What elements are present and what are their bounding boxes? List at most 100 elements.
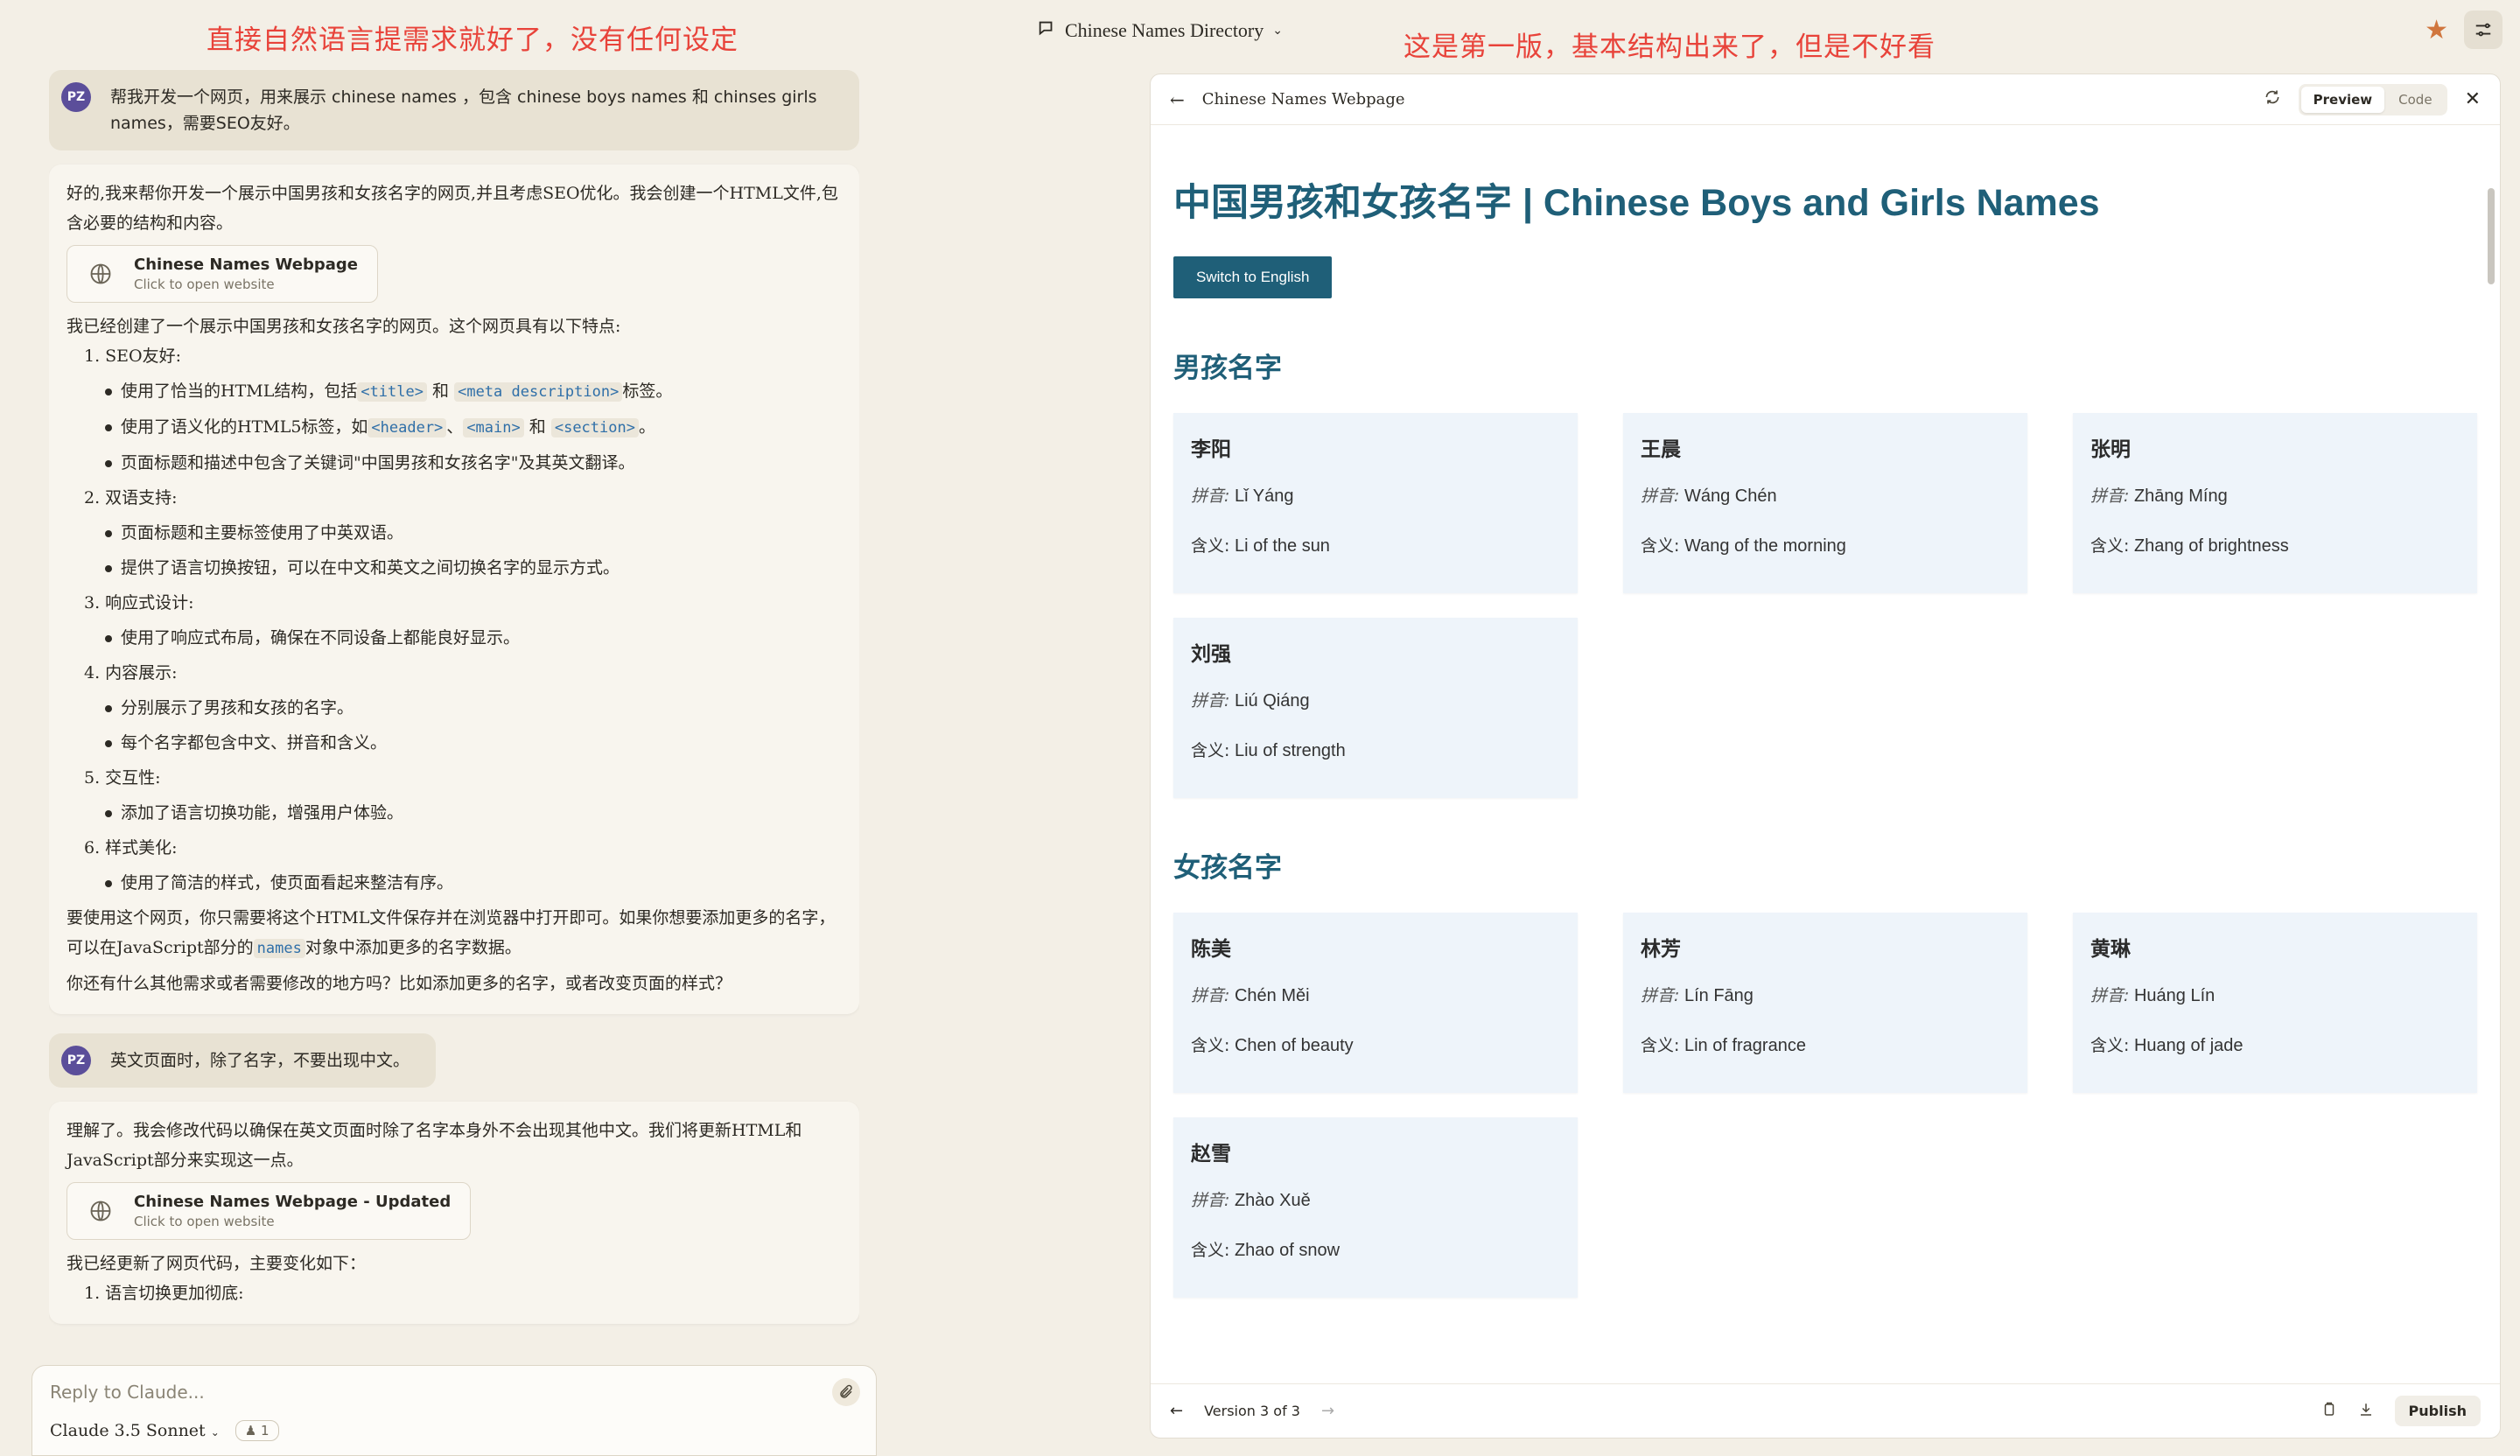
meaning: Zhao of snow <box>1234 1241 1340 1260</box>
name-card: 赵雪 拼音: Zhào Xuě 含义: Zhao of snow <box>1173 1117 1578 1298</box>
list-heading: 3. 响应式设计: <box>84 593 194 612</box>
list-heading: 2. 双语支持: <box>84 488 178 508</box>
name-card: 陈美 拼音: Chén Měi 含义: Chen of beauty <box>1173 913 1578 1093</box>
annotation-left: 直接自然语言提需求就好了，没有任何设定 <box>206 24 738 56</box>
name-chinese: 陈美 <box>1191 938 1231 961</box>
assistant-message: 理解了。我会修改代码以确保在英文页面时除了名字本身外不会出现其他中文。我们将更新… <box>49 1102 859 1324</box>
girls-grid: 陈美 拼音: Chén Měi 含义: Chen of beauty 林芳 拼音… <box>1173 913 2477 1298</box>
name-chinese: 刘强 <box>1191 643 1231 666</box>
list-item: 分别展示了男孩和女孩的名字。 <box>66 693 842 723</box>
back-arrow-icon[interactable]: ← <box>1170 89 1185 110</box>
attachment-count: 1 <box>261 1423 270 1438</box>
tab-preview[interactable]: Preview <box>2300 86 2385 113</box>
attach-button[interactable] <box>832 1378 860 1406</box>
pinyin: Chén Měi <box>1234 986 1310 1005</box>
artifact-card[interactable]: Chinese Names Webpage Click to open webs… <box>66 245 378 303</box>
reply-paragraph: 我已经创建了一个展示中国男孩和女孩名字的网页。这个网页具有以下特点: <box>66 317 621 336</box>
text: 标签。 <box>622 382 673 401</box>
chevron-down-icon: ⌄ <box>210 1426 220 1438</box>
pinyin: Wáng Chén <box>1684 486 1777 506</box>
list-item: 使用了语义化的HTML5标签，如 <header>、 <main> 和 <secti… <box>66 412 842 443</box>
meaning: Liu of strength <box>1234 741 1346 760</box>
artifact-footer: ← Version 3 of 3 → Publish <box>1151 1383 2500 1438</box>
star-icon[interactable]: ★ <box>2425 15 2448 46</box>
attachment-count-badge[interactable]: ♟ 1 <box>234 1420 279 1441</box>
meaning-label: 含义: <box>1641 536 1680 556</box>
pinyin: Lǐ Yáng <box>1234 486 1294 506</box>
download-icon[interactable] <box>2358 1402 2374 1421</box>
girls-heading: 女孩名字 <box>1173 852 1282 884</box>
assistant-message: 好的,我来帮你开发一个展示中国男孩和女孩名字的网页,并且考虑SEO优化。我会创建… <box>49 164 859 1014</box>
meaning-label: 含义: <box>1191 741 1230 760</box>
name-chinese: 张明 <box>2090 438 2131 461</box>
pinyin-label: 拼音: <box>2090 486 2130 506</box>
chevron-down-icon: ⌄ <box>1272 24 1283 38</box>
model-selector[interactable]: Claude 3.5 Sonnet ⌄ <box>50 1421 220 1440</box>
name-chinese: 黄琳 <box>2090 938 2131 961</box>
artifact-card-title: Chinese Names Webpage <box>134 256 358 274</box>
name-chinese: 李阳 <box>1191 438 1231 461</box>
boys-heading: 男孩名字 <box>1173 353 1282 384</box>
reply-intro: 理解了。我会修改代码以确保在英文页面时除了名字本身外不会出现其他中文。我们将更新… <box>66 1121 802 1170</box>
reply-paragraph: 你还有什么其他需求或者需要修改的地方吗？比如添加更多的名字，或者改变页面的样式？ <box>66 974 732 993</box>
refresh-icon[interactable] <box>2264 88 2281 110</box>
close-icon[interactable]: ✕ <box>2465 88 2481 110</box>
meaning-label: 含义: <box>1191 536 1230 556</box>
list-heading: 5. 交互性: <box>84 768 161 788</box>
list-heading: 6. 样式美化: <box>84 838 178 858</box>
text: 、 <box>446 417 464 437</box>
avatar: PZ <box>61 82 91 112</box>
meaning-label: 含义: <box>1641 1036 1680 1055</box>
pinyin: Zhào Xuě <box>1234 1191 1311 1210</box>
pinyin: Zhāng Míng <box>2133 486 2228 506</box>
boys-grid: 李阳 拼音: Lǐ Yáng 含义: Li of the sun 王晨 拼音: … <box>1173 413 2477 798</box>
tab-code[interactable]: Code <box>2386 87 2444 113</box>
publish-button[interactable]: Publish <box>2394 1396 2481 1426</box>
artifact-header: ← Chinese Names Webpage Preview Code ✕ <box>1151 74 2500 125</box>
chat-icon <box>1037 18 1056 43</box>
list-item: 使用了恰当的HTML结构，包括 <title> 和 <meta descripti… <box>66 376 842 407</box>
reply-input-placeholder: Reply to Claude... <box>50 1382 205 1403</box>
conversation-title-text: Chinese Names Directory <box>1065 19 1264 41</box>
artifact-panel: ← Chinese Names Webpage Preview Code ✕ 中… <box>1150 74 2501 1438</box>
reply-paragraph: 我已经更新了网页代码，主要变化如下： <box>66 1254 367 1273</box>
copy-icon[interactable] <box>2321 1402 2337 1421</box>
meaning: Lin of fragrance <box>1684 1036 1806 1055</box>
user-message: PZ 英文页面时，除了名字，不要出现中文。 <box>49 1033 437 1088</box>
conversation-title[interactable]: Chinese Names Directory ⌄ <box>1037 18 1283 44</box>
previous-version-icon[interactable]: ← <box>1170 1402 1183 1420</box>
pinyin-label: 拼音: <box>1641 986 1680 1005</box>
name-card: 刘强 拼音: Liú Qiáng 含义: Liu of strength <box>1173 618 1578 798</box>
name-chinese: 王晨 <box>1641 438 1681 461</box>
pinyin-label: 拼音: <box>1191 986 1230 1005</box>
artifact-card[interactable]: Chinese Names Webpage - Updated Click to… <box>66 1182 472 1240</box>
artifact-card-subtitle: Click to open website <box>134 276 275 292</box>
meaning-label: 含义: <box>1191 1036 1230 1055</box>
user-message: PZ 帮我开发一个网页，用来展示 chinese names ，包含 chine… <box>49 70 859 150</box>
switch-language-button[interactable]: Switch to English <box>1173 256 1333 298</box>
scrollbar[interactable] <box>2488 188 2495 284</box>
list-item: 页面标题和描述中包含了关键词"中国男孩和女孩名字"及其英文翻译。 <box>66 448 842 478</box>
pinyin-label: 拼音: <box>2090 986 2130 1005</box>
text: 使用了语义化的HTML5标签，如 <box>121 417 368 437</box>
artifact-card-subtitle: Click to open website <box>134 1214 275 1229</box>
sliders-icon <box>2475 23 2491 37</box>
code-header: <header> <box>368 418 447 438</box>
pinyin: Huáng Lín <box>2133 986 2216 1005</box>
pinyin-label: 拼音: <box>1191 691 1230 710</box>
name-card: 黄琳 拼音: Huáng Lín 含义: Huang of jade <box>2073 913 2477 1093</box>
text: 使用了恰当的HTML结构，包括 <box>121 382 358 401</box>
code-section: <section> <box>550 418 639 438</box>
pinyin-label: 拼音: <box>1191 486 1230 506</box>
next-version-icon[interactable]: → <box>1321 1402 1334 1420</box>
reply-input[interactable]: Reply to Claude... Claude 3.5 Sonnet ⌄ ♟… <box>32 1365 877 1456</box>
meaning-label: 含义: <box>2090 536 2130 556</box>
code-names: names <box>253 939 305 958</box>
meaning: Zhang of brightness <box>2133 536 2289 556</box>
settings-button[interactable] <box>2464 10 2502 49</box>
globe-icon <box>85 258 116 290</box>
meaning-label: 含义: <box>1191 1241 1230 1260</box>
name-card: 张明 拼音: Zhāng Míng 含义: Zhang of brightnes… <box>2073 413 2477 593</box>
model-name: Claude 3.5 Sonnet <box>50 1421 206 1440</box>
meaning: Li of the sun <box>1234 536 1330 556</box>
